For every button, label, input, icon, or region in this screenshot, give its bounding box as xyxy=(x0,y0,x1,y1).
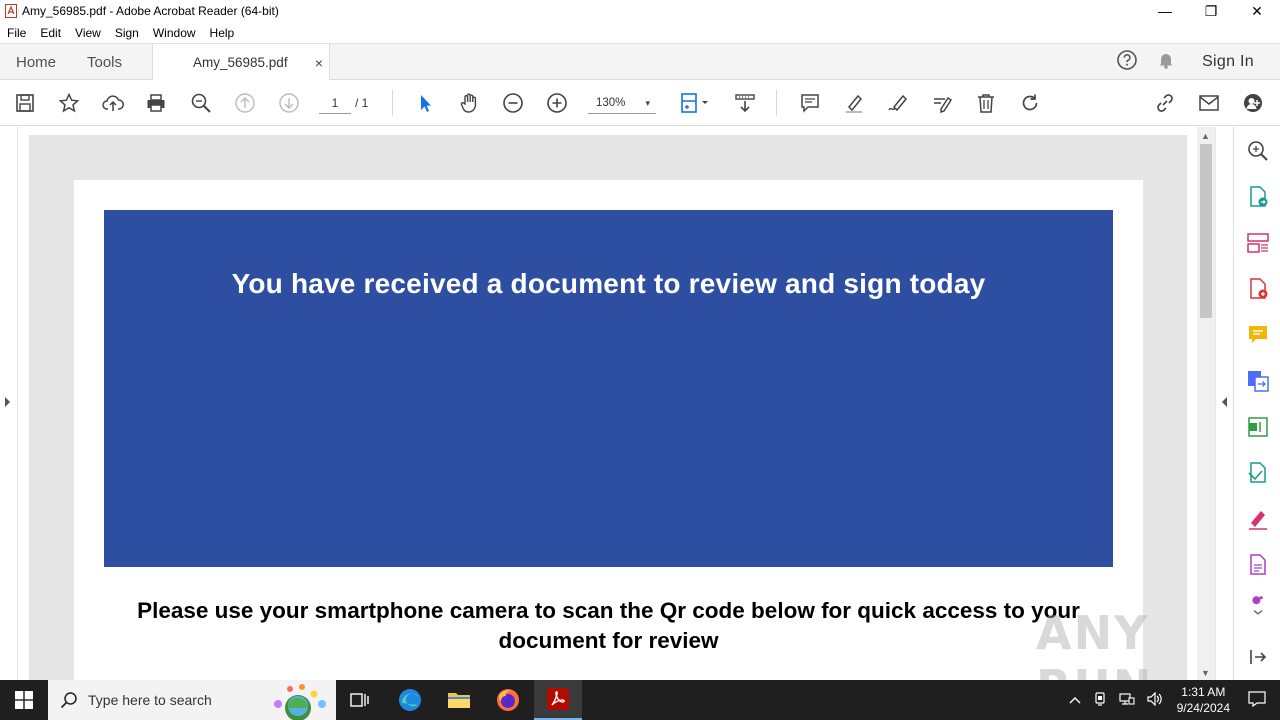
tab-document-label: Amy_56985.pdf xyxy=(193,55,288,70)
request-signature-icon[interactable] xyxy=(1246,507,1270,531)
document-tool-icon[interactable] xyxy=(1246,553,1270,577)
qr-instruction-text: Please use your smartphone camera to sca… xyxy=(137,598,1080,653)
comment-tool-icon[interactable] xyxy=(1246,323,1270,347)
zoom-search-icon[interactable] xyxy=(189,91,213,115)
save-icon[interactable] xyxy=(13,91,37,115)
fill-sign-icon[interactable] xyxy=(1246,461,1270,485)
start-button[interactable] xyxy=(0,680,48,720)
firefox-browser-icon[interactable] xyxy=(484,680,532,720)
search-placeholder: Type here to search xyxy=(88,692,212,708)
tab-document[interactable]: Amy_56985.pdf × xyxy=(152,44,330,81)
previous-page-icon[interactable] xyxy=(233,91,257,115)
page-number-input[interactable]: 1 xyxy=(319,92,351,114)
organize-pages-icon[interactable] xyxy=(1246,231,1270,255)
vertical-scrollbar[interactable]: ▲ ▼ xyxy=(1197,127,1215,680)
document-banner: You have received a document to review a… xyxy=(104,210,1113,567)
clock-time: 1:31 AM xyxy=(1181,685,1226,699)
edit-pdf-icon[interactable] xyxy=(1246,415,1270,439)
next-page-icon[interactable] xyxy=(277,91,301,115)
volume-icon[interactable] xyxy=(1147,691,1163,709)
page-fit-icon[interactable] xyxy=(679,91,713,115)
combine-files-icon[interactable] xyxy=(1246,369,1270,393)
user-share-icon[interactable] xyxy=(1241,91,1265,115)
menu-bar: File Edit View Sign Window Help xyxy=(0,22,1280,43)
expand-left-icon xyxy=(5,397,10,407)
highlight-pen-icon[interactable] xyxy=(842,91,866,115)
menu-edit[interactable]: Edit xyxy=(33,26,68,40)
collapse-right-icon xyxy=(1222,397,1227,407)
windows-logo-icon xyxy=(15,691,33,709)
tab-home[interactable]: Home xyxy=(16,44,56,80)
rotate-icon[interactable] xyxy=(1018,91,1042,115)
zoom-level-dropdown[interactable]: 130% ▾ xyxy=(588,92,656,114)
taskbar-search-box[interactable]: Type here to search xyxy=(48,680,336,720)
email-icon[interactable] xyxy=(1197,91,1221,115)
banner-heading: You have received a document to review a… xyxy=(231,268,986,299)
title-bar: Amy_56985.pdf - Adobe Acrobat Reader (64… xyxy=(0,0,1280,22)
toolbar-divider xyxy=(776,90,777,116)
sign-in-button[interactable]: Sign In xyxy=(1202,53,1254,71)
scroll-mode-icon[interactable] xyxy=(733,91,757,115)
upload-cloud-icon[interactable] xyxy=(101,91,125,115)
window-title: Amy_56985.pdf - Adobe Acrobat Reader (64… xyxy=(22,4,279,18)
zoom-in-icon[interactable] xyxy=(545,91,569,115)
tabs-bar: Home Tools Amy_56985.pdf × Sign In xyxy=(0,43,1280,81)
scrollbar-thumb[interactable] xyxy=(1200,144,1212,318)
windows-taskbar: Type here to search 1:31 AM 9/24/2024 xyxy=(0,680,1280,720)
task-view-icon[interactable] xyxy=(336,680,384,720)
main-toolbar: 1 / 1 130% ▾ xyxy=(0,80,1280,126)
scroll-up-icon[interactable]: ▲ xyxy=(1201,131,1210,141)
search-highlight-illustration-icon xyxy=(274,684,326,720)
tab-tools[interactable]: Tools xyxy=(87,44,122,80)
draw-freehand-icon[interactable] xyxy=(886,91,910,115)
toolbar-divider xyxy=(392,90,393,116)
menu-sign[interactable]: Sign xyxy=(108,26,146,40)
acrobat-icon xyxy=(5,4,17,18)
taskbar-clock[interactable]: 1:31 AM 9/24/2024 xyxy=(1177,684,1230,716)
create-pdf-icon[interactable] xyxy=(1246,277,1270,301)
document-viewer[interactable]: You have received a document to review a… xyxy=(19,127,1197,680)
notifications-icon[interactable] xyxy=(1248,690,1266,710)
chevron-down-icon: ▾ xyxy=(645,98,650,108)
help-icon[interactable] xyxy=(1116,49,1138,76)
share-link-icon[interactable] xyxy=(1153,91,1177,115)
tab-close-icon[interactable]: × xyxy=(315,55,323,71)
edit-text-icon[interactable] xyxy=(930,91,954,115)
zoom-level-value: 130% xyxy=(596,97,626,109)
comment-icon[interactable] xyxy=(798,91,822,115)
right-panel-toggle[interactable] xyxy=(1215,127,1233,680)
clock-date: 9/24/2024 xyxy=(1176,701,1230,715)
maximize-button[interactable]: ❐ xyxy=(1188,0,1234,22)
file-explorer-icon[interactable] xyxy=(435,680,483,720)
hand-tool-icon[interactable] xyxy=(457,91,481,115)
acrobat-reader-taskbar-icon[interactable] xyxy=(534,680,582,720)
network-icon[interactable] xyxy=(1119,692,1135,709)
pdf-page: You have received a document to review a… xyxy=(74,180,1143,680)
menu-view[interactable]: View xyxy=(68,26,108,40)
bookmark-star-icon[interactable] xyxy=(57,91,81,115)
print-icon[interactable] xyxy=(144,91,168,115)
select-cursor-icon[interactable] xyxy=(413,91,437,115)
menu-file[interactable]: File xyxy=(0,26,33,40)
notification-bell-icon[interactable] xyxy=(1156,50,1176,75)
search-icon xyxy=(60,692,77,709)
export-pdf-icon[interactable] xyxy=(1246,185,1270,209)
chevron-up-icon[interactable] xyxy=(1069,693,1081,707)
search-zoom-icon[interactable] xyxy=(1246,139,1270,163)
tools-pane xyxy=(1233,127,1280,680)
minimize-button[interactable]: — xyxy=(1142,0,1188,22)
zoom-out-icon[interactable] xyxy=(501,91,525,115)
system-tray: 1:31 AM 9/24/2024 xyxy=(1063,680,1280,720)
device-icon[interactable] xyxy=(1093,691,1107,709)
close-button[interactable]: ✕ xyxy=(1234,0,1280,22)
page-total-label: / 1 xyxy=(355,96,369,110)
delete-trash-icon[interactable] xyxy=(974,91,998,115)
edge-browser-icon[interactable] xyxy=(386,680,434,720)
menu-help[interactable]: Help xyxy=(203,26,242,40)
menu-window[interactable]: Window xyxy=(146,26,203,40)
left-panel-toggle[interactable] xyxy=(0,127,18,680)
